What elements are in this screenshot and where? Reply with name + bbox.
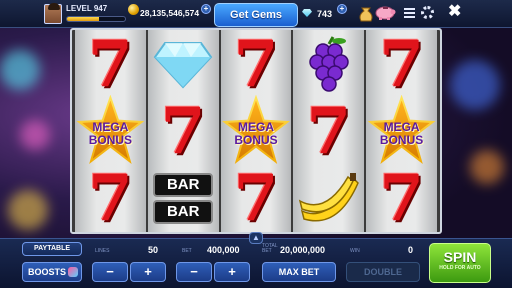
reel-3: 7 MEGA BONUS 7 (220, 30, 292, 232)
bonus-text: BONUS (379, 132, 424, 147)
mega-bonus-symbol: MEGA BONUS (221, 94, 292, 169)
reel-cell: 7 (221, 31, 292, 98)
reel-cell: 7 (293, 98, 364, 165)
reel-cell (293, 31, 364, 98)
total-bet-value: 20,000,000 (280, 245, 326, 255)
lines-increase-button[interactable]: + (130, 262, 166, 282)
bet-value: 400,000 (207, 245, 240, 255)
seven-symbol: 7 (88, 160, 133, 236)
close-icon[interactable]: ✖ (448, 4, 461, 20)
max-bet-button[interactable]: MAX BET (262, 262, 336, 282)
diamond-symbol (153, 41, 213, 88)
background-light (450, 60, 500, 110)
reel-cell: BAR BAR (148, 165, 219, 232)
avatar[interactable] (44, 3, 62, 24)
spin-label: SPIN (443, 249, 477, 265)
boosts-icon (68, 267, 78, 277)
seven-symbol: 7 (233, 160, 279, 236)
get-gems-button[interactable]: Get Gems (214, 3, 298, 27)
buy-gems-button[interactable]: + (337, 4, 347, 14)
seven-symbol: 7 (379, 160, 424, 236)
background-light (8, 190, 48, 230)
reel-cell: 7 (75, 31, 146, 98)
background-light (0, 50, 40, 90)
background-light (470, 150, 504, 184)
coin-balance: 28,135,546,574 (140, 8, 200, 18)
mega-text: MEGA (383, 119, 420, 134)
reel-cell: MEGA BONUS (75, 94, 146, 165)
lines-value: 50 (148, 245, 159, 255)
reel-4: 7 (293, 30, 365, 232)
buy-coins-button[interactable]: + (201, 4, 211, 14)
mega-text: MEGA (237, 119, 274, 134)
grapes-symbol (309, 35, 349, 92)
top-bar: LEVEL 947 28,135,546,574 + Get Gems 743 … (0, 0, 512, 28)
reel-cell (293, 165, 364, 232)
boosts-label: BOOSTS (28, 267, 67, 277)
coin-icon (128, 4, 139, 15)
bar-plate: BAR (153, 200, 214, 224)
reel-cell (148, 31, 219, 98)
bet-increase-button[interactable]: + (214, 262, 250, 282)
seven-symbol: 7 (379, 26, 424, 102)
bar-symbol: BAR BAR (153, 173, 214, 224)
reel-1: 7 MEGA BONUS 7 (75, 30, 146, 232)
seven-symbol: 7 (233, 26, 279, 102)
seven-symbol: 7 (306, 93, 352, 169)
gear-icon[interactable] (421, 6, 434, 19)
background-light (20, 120, 50, 150)
loot-bag-icon[interactable] (358, 4, 374, 22)
reel-cell: 7 (148, 98, 219, 165)
lines-decrease-button[interactable]: − (92, 262, 128, 282)
mega-text: MEGA (92, 119, 129, 134)
win-label: WIN (350, 248, 360, 254)
xp-progress-bar (66, 16, 126, 22)
reel-cell: MEGA BONUS (221, 94, 292, 165)
seven-symbol: 7 (160, 93, 206, 169)
spin-button[interactable]: SPIN HOLD FOR AUTO (429, 243, 491, 283)
bet-label: BET (182, 248, 192, 254)
spin-sub-label: HOLD FOR AUTO (439, 265, 481, 271)
piggy-bank-icon[interactable] (374, 4, 396, 20)
reel-cell: MEGA BONUS (366, 94, 437, 165)
lines-label: LINES (95, 248, 110, 254)
boosts-button[interactable]: BOOSTS (22, 262, 82, 282)
paytable-button[interactable]: PAYTABLE (22, 242, 82, 256)
level-label: LEVEL 947 (66, 4, 108, 13)
chevron-up-icon[interactable]: ▲ (249, 232, 263, 244)
slot-reels: 7 MEGA BONUS 7 7 BAR BAR 7 MEGA BONUS 7 7 7 MEGA BONUS… (75, 30, 437, 232)
gem-icon (302, 9, 312, 17)
gem-balance: 743 (317, 9, 333, 19)
xp-progress-fill (67, 17, 99, 21)
menu-icon[interactable] (404, 8, 415, 18)
bet-decrease-button[interactable]: − (176, 262, 212, 282)
bonus-text: BONUS (88, 132, 133, 147)
mega-bonus-symbol: MEGA BONUS (366, 94, 437, 169)
reel-cell: 7 (221, 165, 292, 232)
total-bet-label: TOTAL BET (262, 243, 278, 254)
double-button[interactable]: DOUBLE (346, 262, 420, 282)
reel-2: 7 BAR BAR (147, 30, 219, 232)
bonus-text: BONUS (234, 132, 278, 147)
reel-5: 7 MEGA BONUS 7 (366, 30, 437, 232)
reel-cell: 7 (75, 165, 146, 232)
win-value: 0 (408, 245, 414, 255)
banana-symbol (298, 172, 359, 221)
bar-plate: BAR (153, 173, 214, 197)
reel-cell: 7 (366, 31, 437, 98)
reel-cell: 7 (366, 165, 437, 232)
mega-bonus-symbol: MEGA BONUS (75, 94, 146, 169)
seven-symbol: 7 (88, 26, 133, 102)
